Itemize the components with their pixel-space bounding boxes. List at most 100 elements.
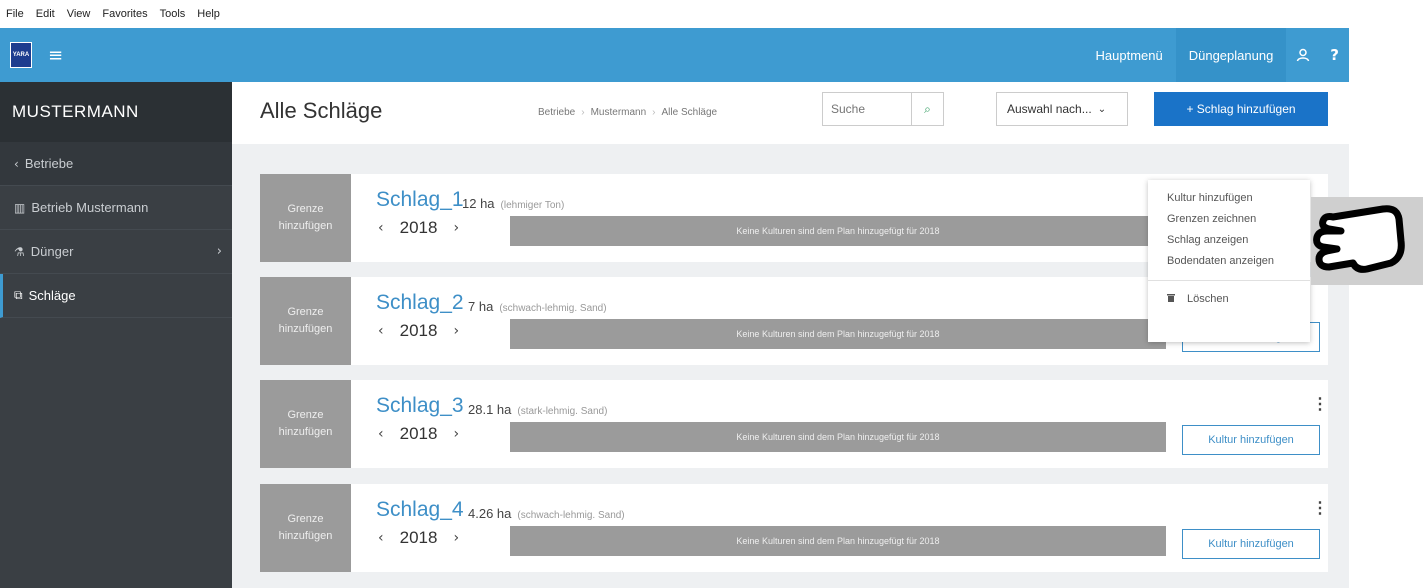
- schlag-soil: (lehmiger Ton): [500, 200, 565, 211]
- sidebar-item-label: Dünger: [30, 244, 74, 259]
- sidebar-brand: MUSTERMANN: [0, 82, 232, 142]
- schlag-soil: (schwach-lehmig. Sand): [517, 510, 625, 521]
- trash-icon-svg: [1167, 294, 1175, 302]
- schlag-meta: 7 ha (schwach-lehmig. Sand): [468, 299, 607, 314]
- menu-item-add-crop[interactable]: Kultur hinzufügen: [1148, 187, 1310, 208]
- schlag-name-link[interactable]: Schlag_3: [376, 394, 464, 418]
- hamburger-menu-icon[interactable]: ≡: [48, 45, 63, 66]
- no-crops-bar: Keine Kulturen sind dem Plan hinzugefügt…: [510, 319, 1166, 349]
- search-icon[interactable]: ⌕: [911, 93, 943, 125]
- browser-menubar: File Edit View Favorites Tools Help: [0, 0, 1423, 28]
- page-title: Alle Schläge: [260, 98, 383, 123]
- sidebar: MUSTERMANN ‹ Betriebe ▥ Betrieb Musterma…: [0, 82, 232, 588]
- year-prev-icon[interactable]: ‹: [378, 220, 384, 236]
- menu-item-show-field[interactable]: Schlag anzeigen: [1148, 229, 1310, 250]
- schlag-meta: 28.1 ha (stark-lehmig. Sand): [468, 402, 607, 417]
- add-crop-button[interactable]: Kultur hinzufügen: [1182, 425, 1320, 455]
- sidebar-item-betrieb-mustermann[interactable]: ▥ Betrieb Mustermann: [0, 186, 232, 230]
- breadcrumb-separator: ›: [581, 107, 585, 118]
- menu-edit[interactable]: Edit: [36, 8, 55, 20]
- year-next-icon[interactable]: ›: [453, 426, 459, 442]
- year-prev-icon[interactable]: ‹: [378, 426, 384, 442]
- sidebar-item-betriebe[interactable]: ‹ Betriebe: [0, 142, 232, 186]
- menu-item-draw-boundaries[interactable]: Grenzen zeichnen: [1148, 208, 1310, 229]
- help-icon[interactable]: ?: [1320, 28, 1349, 82]
- year-value: 2018: [399, 528, 438, 547]
- year-next-icon[interactable]: ›: [453, 323, 459, 339]
- yara-logo[interactable]: YARA: [10, 42, 32, 68]
- trash-icon: [1167, 293, 1175, 305]
- user-icon-svg: [1297, 48, 1310, 62]
- year-selector: ‹ 2018 ›: [378, 321, 459, 341]
- app-topbar: YARA ≡ Hauptmenü Düngeplanung ?: [0, 28, 1349, 82]
- schlag-meta: 4.26 ha (schwach-lehmig. Sand): [468, 506, 625, 521]
- more-options-icon[interactable]: ⋮: [1312, 394, 1328, 414]
- more-options-icon[interactable]: ⋮: [1312, 498, 1328, 518]
- pointing-hand-svg: [1313, 205, 1405, 273]
- search-box: ⌕: [822, 92, 944, 126]
- breadcrumb-betriebe[interactable]: Betriebe: [538, 107, 575, 118]
- year-next-icon[interactable]: ›: [453, 530, 459, 546]
- schlag-name-link[interactable]: Schlag_1: [376, 188, 464, 212]
- logo-text: YARA: [12, 52, 30, 58]
- no-crops-bar: Keine Kulturen sind dem Plan hinzugefügt…: [510, 422, 1166, 452]
- no-crops-bar: Keine Kulturen sind dem Plan hinzugefügt…: [510, 216, 1166, 246]
- year-value: 2018: [399, 424, 438, 443]
- year-selector: ‹ 2018 ›: [378, 528, 459, 548]
- bar-chart-icon: ▥: [14, 200, 26, 215]
- menu-divider: [1148, 280, 1310, 281]
- chevron-left-icon: ‹: [14, 156, 19, 171]
- year-prev-icon[interactable]: ‹: [378, 530, 384, 546]
- schlag-card: Grenze hinzufügen Schlag_3 28.1 ha (stark…: [260, 380, 1328, 468]
- schlag-area: 12 ha: [462, 196, 495, 211]
- filter-select[interactable]: Auswahl nach... ⌄: [996, 92, 1128, 126]
- sidebar-item-label: Betriebe: [24, 156, 74, 171]
- breadcrumb-mustermann[interactable]: Mustermann: [591, 107, 647, 118]
- menu-help[interactable]: Help: [197, 8, 220, 20]
- chevron-down-icon: ⌄: [1097, 103, 1107, 115]
- year-selector: ‹ 2018 ›: [378, 424, 459, 444]
- year-selector: ‹ 2018 ›: [378, 218, 459, 238]
- menu-favorites[interactable]: Favorites: [102, 8, 147, 20]
- page-header: Alle Schläge Betriebe › Mustermann › All…: [232, 82, 1349, 144]
- menu-item-show-soil-data[interactable]: Bodendaten anzeigen: [1148, 250, 1310, 271]
- search-input[interactable]: [823, 93, 911, 125]
- sidebar-item-schlaege[interactable]: ⧉ Schläge: [0, 274, 232, 318]
- no-crops-bar: Keine Kulturen sind dem Plan hinzugefügt…: [510, 526, 1166, 556]
- fields-icon: ⧉: [14, 288, 23, 302]
- menu-file[interactable]: File: [6, 8, 24, 20]
- add-crop-button[interactable]: Kultur hinzufügen: [1182, 529, 1320, 559]
- nav-duengeplanung[interactable]: Düngeplanung: [1175, 28, 1287, 82]
- year-prev-icon[interactable]: ‹: [378, 323, 384, 339]
- schlag-meta: 12 ha (lehmiger Ton): [462, 196, 564, 211]
- schlag-name-link[interactable]: Schlag_2: [376, 291, 464, 315]
- schlag-soil: (stark-lehmig. Sand): [517, 406, 608, 417]
- menu-item-delete[interactable]: Löschen: [1148, 287, 1310, 311]
- flask-icon: ⚗: [14, 244, 25, 259]
- add-boundary-button[interactable]: Grenze hinzufügen: [260, 174, 351, 262]
- schlag-area: 7 ha: [468, 299, 494, 314]
- schlag-card: Grenze hinzufügen Schlag_4 4.26 ha (schwa…: [260, 484, 1328, 572]
- context-menu: Kultur hinzufügen Grenzen zeichnen Schla…: [1148, 180, 1310, 342]
- add-boundary-button[interactable]: Grenze hinzufügen: [260, 380, 351, 468]
- menu-item-label: Löschen: [1187, 293, 1229, 305]
- breadcrumb: Betriebe › Mustermann › Alle Schläge: [538, 107, 717, 118]
- menu-view[interactable]: View: [67, 8, 91, 20]
- menu-tools[interactable]: Tools: [160, 8, 186, 20]
- nav-hauptmenu[interactable]: Hauptmenü: [1083, 28, 1176, 82]
- sidebar-item-duenger[interactable]: ⚗ Dünger ›: [0, 230, 232, 274]
- add-boundary-button[interactable]: Grenze hinzufügen: [260, 484, 351, 572]
- schlag-area: 28.1 ha: [468, 402, 512, 417]
- sidebar-item-label: Schläge: [28, 288, 76, 303]
- breadcrumb-alle-schlaege: Alle Schläge: [661, 107, 718, 118]
- chevron-right-icon: ›: [216, 244, 222, 259]
- year-next-icon[interactable]: ›: [453, 220, 459, 236]
- add-schlag-button[interactable]: + Schlag hinzufügen: [1154, 92, 1328, 126]
- user-icon[interactable]: [1286, 28, 1320, 82]
- year-value: 2018: [399, 321, 438, 340]
- schlag-name-link[interactable]: Schlag_4: [376, 498, 464, 522]
- add-boundary-button[interactable]: Grenze hinzufügen: [260, 277, 351, 365]
- year-value: 2018: [399, 218, 438, 237]
- top-navigation: Hauptmenü Düngeplanung ?: [1083, 28, 1350, 82]
- filter-select-label: Auswahl nach...: [1007, 102, 1092, 116]
